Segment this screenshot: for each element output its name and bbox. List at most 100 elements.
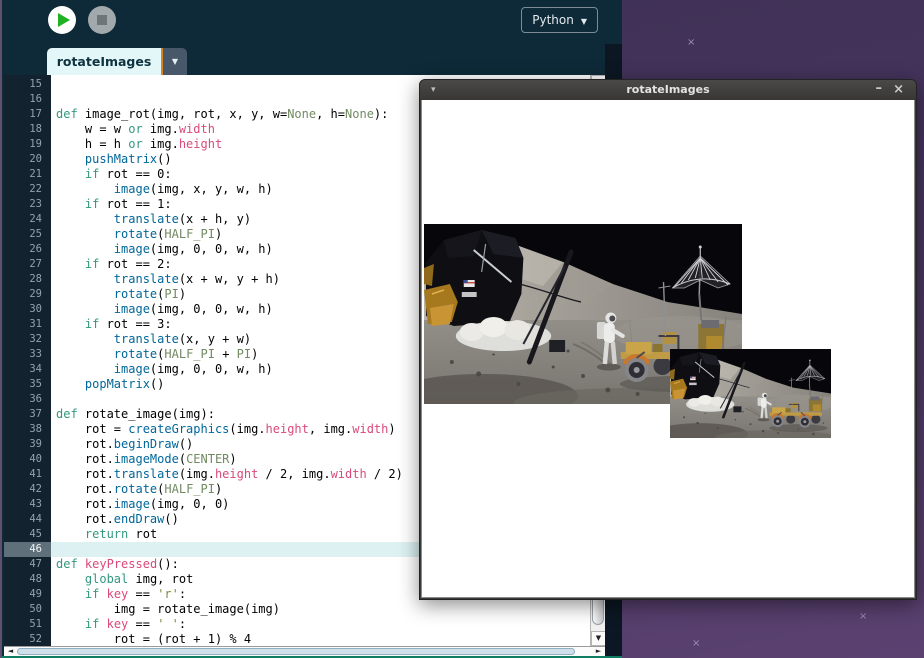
code-line-text: def image_rot(img, rot, x, y, w=None, h=… [56,107,389,121]
sketch-canvas[interactable] [421,100,915,598]
code-line-text: if rot == 0: [84,167,172,181]
line-number: 41 [29,468,42,480]
code-line[interactable]: 52 rot = (rot + 1) % 4 [4,632,590,646]
editor-tab-bar: rotateImages ▼ [4,44,622,75]
code-line-text: rotate(HALF_PI) [113,227,223,241]
code-line-text: translate(x, y + w) [113,332,252,346]
line-number: 51 [29,618,42,630]
code-line-text: translate(x + h, y) [113,212,252,226]
scroll-down-button[interactable]: ▼ [591,631,606,646]
sketch-titlebar[interactable]: ▾ rotateImages – × [420,80,916,100]
code-line-text: rotate(PI) [113,287,187,301]
code-line-text: image(img, 0, 0, w, h) [113,302,273,316]
line-number: 48 [29,573,42,585]
line-number: 45 [29,528,42,540]
line-number: 19 [29,138,42,150]
code-line-text: rot.beginDraw() [56,437,194,451]
code-line[interactable]: 50 img = rotate_image(img) [4,602,590,617]
line-number: 40 [29,453,42,465]
code-line-text: rot.imageMode(CENTER) [56,452,237,466]
desktop-mark: × [859,611,868,622]
code-line-text: if key == 'r': [84,587,187,601]
line-number: 44 [29,513,42,525]
tab-menu-button[interactable]: ▼ [163,48,187,75]
line-number: 21 [29,168,42,180]
line-number: 36 [29,393,42,405]
moon-image-small [670,349,831,438]
line-number: 28 [29,273,42,285]
code-line-text: rot.image(img, 0, 0) [56,497,230,511]
line-number: 29 [29,288,42,300]
code-line-text: def keyPressed(): [56,557,179,571]
line-number: 27 [29,258,42,270]
line-number: 17 [29,108,42,120]
code-line-text: if rot == 1: [84,197,172,211]
line-number: 25 [29,228,42,240]
code-line-text: if rot == 3: [84,317,172,331]
tab-rotateImages[interactable]: rotateImages [47,48,161,75]
close-button[interactable]: × [893,80,904,99]
code-line-text: if key == ' ': [84,617,187,631]
code-line-text: rotate(HALF_PI + PI) [113,347,259,361]
run-button[interactable] [48,6,76,34]
line-number: 37 [29,408,42,420]
line-number: 26 [29,243,42,255]
code-line-text: rot.rotate(HALF_PI) [56,482,223,496]
scroll-left-button[interactable]: ◄ [4,647,17,656]
line-number: 50 [29,603,42,615]
code-line-text: rot.translate(img.height / 2, img.width … [56,467,403,481]
stop-button[interactable] [88,6,116,34]
line-number: 46 [29,543,42,555]
line-number: 23 [29,198,42,210]
horizontal-scroll-thumb[interactable] [17,648,575,655]
code-line-text: return rot [84,527,158,541]
ide-toolbar: Python ▼ [4,0,622,44]
code-line-text: image(img, 0, 0, w, h) [113,242,273,256]
code-line-text: popMatrix() [84,377,165,391]
code-line-text: w = w or img.width [56,122,215,136]
line-number: 38 [29,423,42,435]
line-number: 30 [29,303,42,315]
horizontal-scrollbar[interactable]: ◄ ► [4,646,605,656]
line-number: 32 [29,333,42,345]
code-line-text: translate(x + w, y + h) [113,272,280,286]
line-number: 20 [29,153,42,165]
chevron-down-icon: ▼ [580,16,587,26]
scroll-right-button[interactable]: ► [592,647,605,656]
desktop-mark: × [687,37,696,48]
line-number: 15 [29,78,42,90]
code-line[interactable]: 51 if key == ' ': [4,617,590,632]
line-number: 34 [29,363,42,375]
mode-dropdown-button[interactable]: Python ▼ [521,7,598,33]
line-number: 18 [29,123,42,135]
line-number: 42 [29,483,42,495]
play-icon [58,13,70,27]
desktop-mark: × [692,638,701,649]
stop-icon [97,15,107,25]
code-line-text: rot = createGraphics(img.height, img.wid… [56,422,396,436]
code-line-text: h = h or img.height [56,137,223,151]
line-number: 24 [29,213,42,225]
minimize-button[interactable]: – [876,80,883,98]
line-number: 22 [29,183,42,195]
line-number: 47 [29,558,42,570]
line-number: 49 [29,588,42,600]
code-line-text: if rot == 2: [84,257,172,271]
line-number: 35 [29,378,42,390]
code-line-text: image(img, x, y, w, h) [113,182,273,196]
sketch-window: ▾ rotateImages – × [419,79,917,600]
mode-label: Python [532,13,574,27]
line-number: 43 [29,498,42,510]
code-line-text: pushMatrix() [84,152,172,166]
code-line-text: image(img, 0, 0, w, h) [113,362,273,376]
code-line-text: def rotate_image(img): [56,407,215,421]
code-line-text: rot.endDraw() [56,512,179,526]
code-line-text: rot = (rot + 1) % 4 [56,632,252,646]
line-number: 52 [29,633,42,645]
line-number: 16 [29,93,42,105]
line-number: 33 [29,348,42,360]
